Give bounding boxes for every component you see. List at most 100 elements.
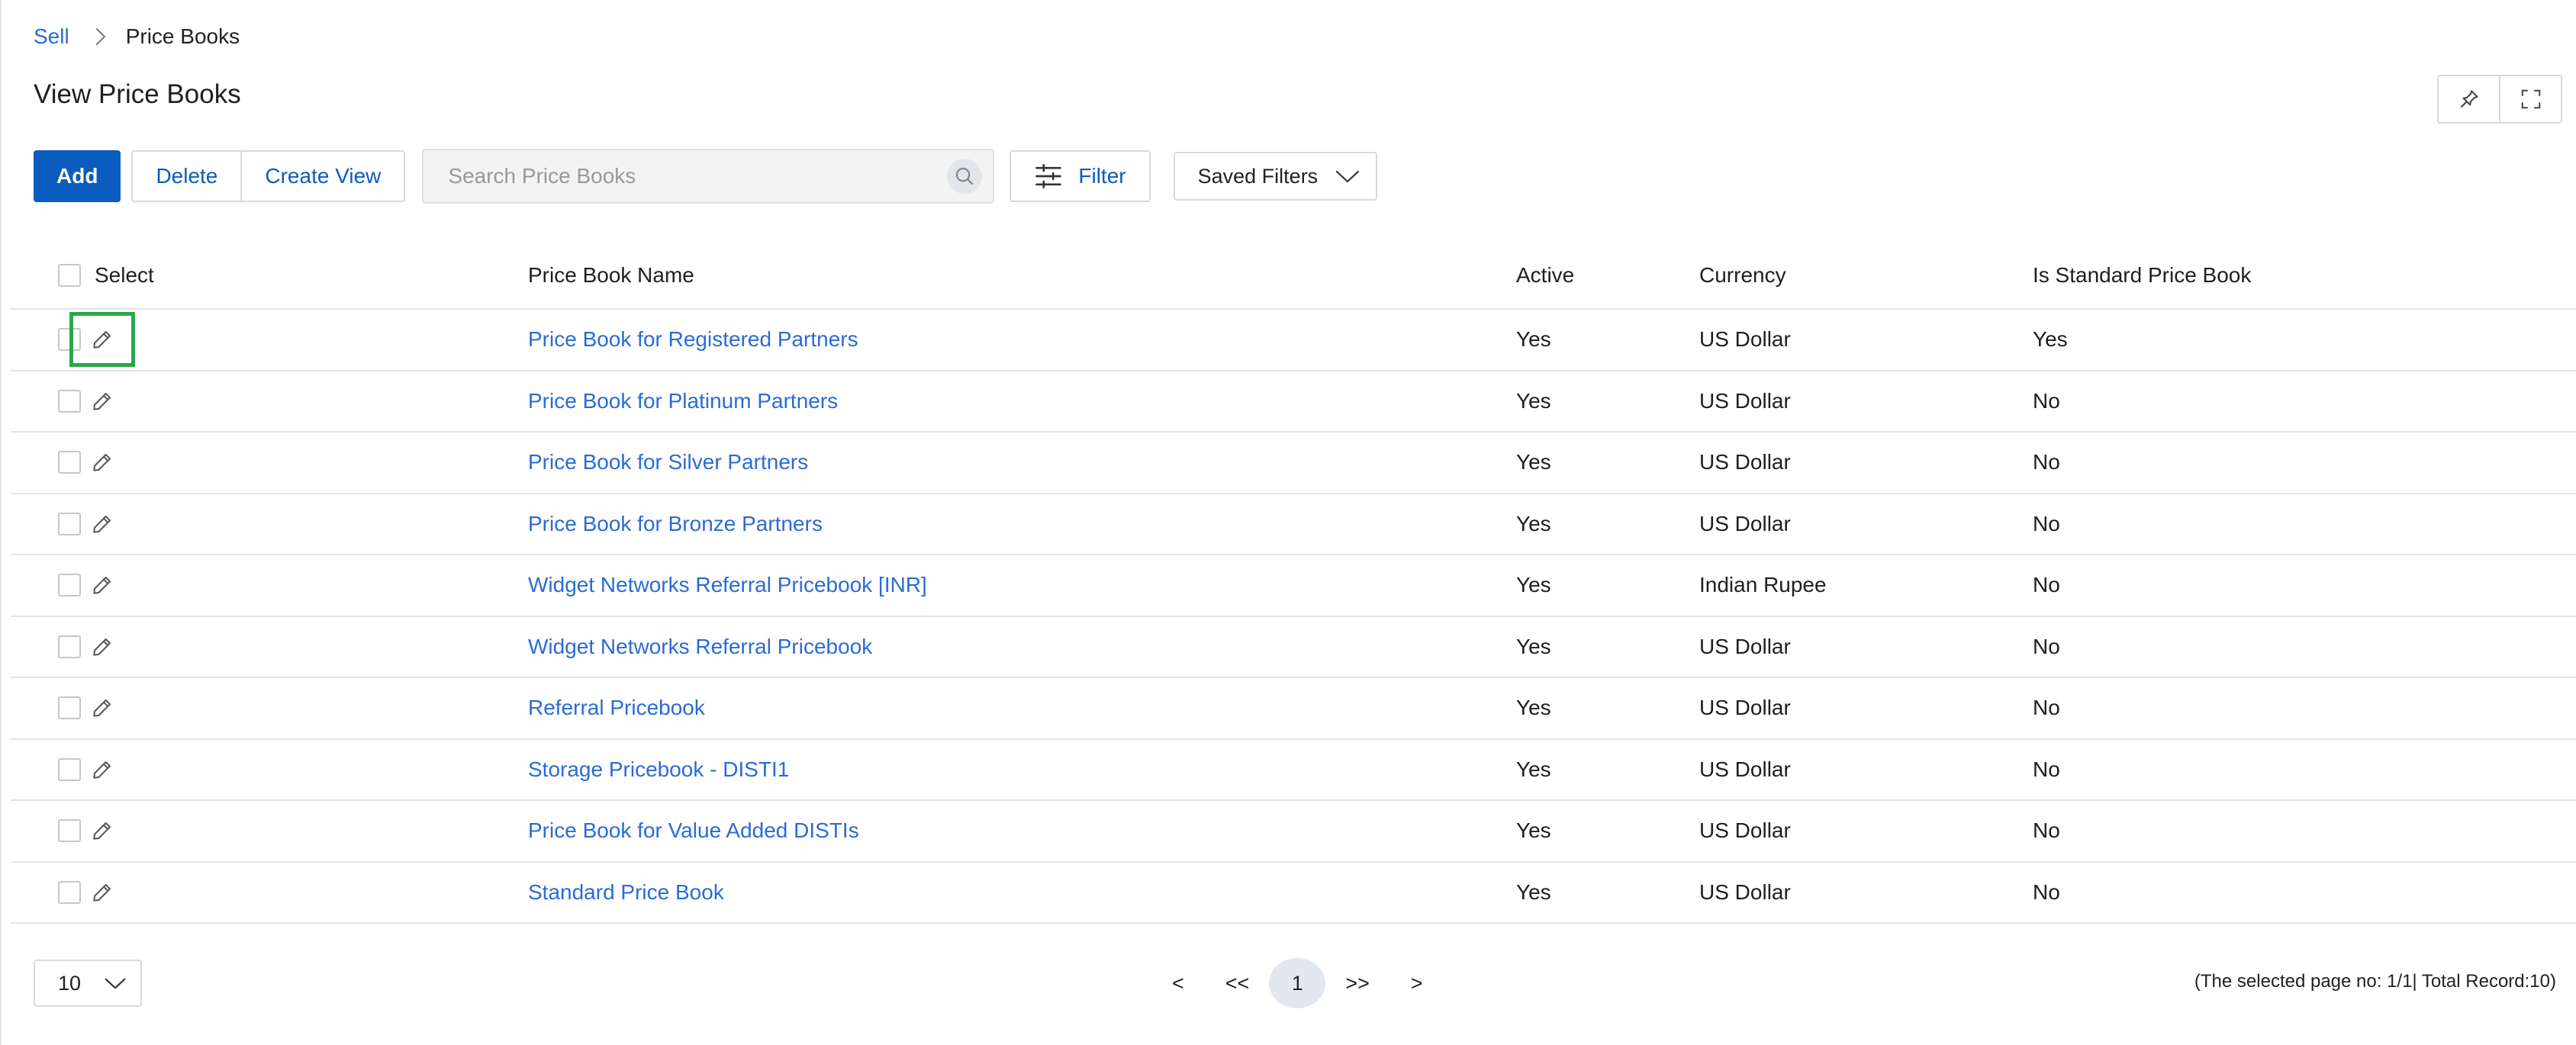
table-row: Price Book for Value Added DISTIs Yes US D… [11,801,2576,863]
price-book-name-link[interactable]: Referral Pricebook [528,696,705,720]
is-standard-cell: No [2033,696,2060,720]
delete-button[interactable]: Delete [133,152,240,201]
currency-cell: US Dollar [1699,450,1791,474]
create-view-button[interactable]: Create View [240,152,404,201]
select-all-checkbox[interactable] [58,264,81,287]
pencil-icon [93,699,111,717]
is-standard-cell: No [2033,818,2060,843]
filter-label: Filter [1078,164,1126,188]
is-standard-cell: No [2033,757,2060,781]
pencil-icon [93,883,111,902]
edit-button[interactable] [69,312,135,368]
is-standard-cell: No [2033,573,2060,597]
currency-cell: US Dollar [1699,327,1791,352]
active-cell: Yes [1516,327,1551,352]
table-row: Widget Networks Referral Pricebook [INR]… [11,555,2576,617]
header-price-book-name[interactable]: Price Book Name [528,243,694,308]
is-standard-cell: No [2033,388,2060,413]
price-book-name-link[interactable]: Price Book for Value Added DISTIs [528,818,859,843]
table-header: Select Price Book Name Active Currency I… [11,243,2576,310]
breadcrumb-current: Price Books [125,24,240,48]
edit-button[interactable] [69,865,135,920]
currency-cell: US Dollar [1699,696,1791,720]
search-input[interactable] [446,163,948,189]
edit-button[interactable] [69,435,135,490]
is-standard-cell: Yes [2033,327,2068,352]
currency-cell: US Dollar [1699,818,1791,843]
active-cell: Yes [1516,879,1551,904]
pencil-icon [93,577,111,594]
price-book-name-link[interactable]: Widget Networks Referral Pricebook [INR] [528,573,927,597]
active-cell: Yes [1516,511,1551,535]
filter-sliders-icon [1035,164,1062,188]
price-book-name-link[interactable]: Storage Pricebook - DISTI1 [528,757,789,782]
saved-filters-label: Saved Filters [1197,164,1319,188]
is-standard-cell: No [2033,634,2060,658]
page: Sell Price Books View Price Books Add De… [0,0,2576,1045]
pin-button[interactable] [2439,76,2499,122]
chevron-down-icon [105,978,126,989]
first-page-button[interactable]: << [1222,972,1253,995]
table-row: Storage Pricebook - DISTI1 Yes US Dollar No [11,740,2576,801]
edit-button[interactable] [69,680,135,735]
action-button-group: Delete Create View [131,150,406,202]
price-book-name-link[interactable]: Price Book for Registered Partners [528,327,858,352]
is-standard-cell: No [2033,511,2060,535]
currency-cell: US Dollar [1699,511,1791,535]
price-book-name-link[interactable]: Price Book for Silver Partners [528,450,808,474]
price-book-name-link[interactable]: Standard Price Book [528,880,724,905]
table-row: Price Book for Bronze Partners Yes US Doll… [11,494,2576,555]
table-row: Standard Price Book Yes US Dollar No [11,863,2576,924]
header-is-standard[interactable]: Is Standard Price Book [2033,243,2251,308]
saved-filters-dropdown[interactable]: Saved Filters [1173,152,1378,201]
currency-cell: US Dollar [1699,388,1791,413]
last-page-button[interactable]: >> [1342,972,1373,995]
fullscreen-icon [2521,89,2540,109]
next-page-button[interactable]: > [1408,972,1426,995]
table-row: Widget Networks Referral Pricebook Yes US … [11,617,2576,678]
pagination: < << 1 >> > [1169,958,1426,1008]
edit-button[interactable] [69,742,135,797]
page-title: View Price Books [34,79,241,109]
price-book-name-link[interactable]: Widget Networks Referral Pricebook [528,635,872,659]
filter-button[interactable]: Filter [1009,150,1151,202]
edit-button[interactable] [69,619,135,674]
currency-cell: US Dollar [1699,757,1791,781]
page-size-value: 10 [58,971,82,995]
view-tools [2437,75,2562,124]
fullscreen-button[interactable] [2499,76,2561,122]
current-page-button[interactable]: 1 [1269,958,1326,1008]
search-button[interactable] [947,159,983,194]
breadcrumb: Sell Price Books [34,21,240,52]
pencil-icon [93,392,111,410]
price-book-name-link[interactable]: Price Book for Platinum Partners [528,389,838,413]
active-cell: Yes [1516,388,1551,413]
edit-button[interactable] [69,374,135,429]
active-cell: Yes [1516,634,1551,658]
breadcrumb-sell-link[interactable]: Sell [34,24,69,49]
active-cell: Yes [1516,757,1551,781]
search-icon [956,167,974,185]
page-size-select[interactable]: 10 [34,960,142,1007]
pencil-icon [93,331,111,349]
edit-button[interactable] [69,558,135,613]
pencil-icon [93,638,111,656]
pencil-icon [93,760,111,779]
edit-button[interactable] [69,803,135,858]
table-body: Price Book for Registered Partners Yes US … [11,310,2576,924]
is-standard-cell: No [2033,879,2060,904]
header-currency[interactable]: Currency [1699,243,1786,308]
search-box [422,149,995,204]
chevron-right-icon [88,27,106,46]
active-cell: Yes [1516,818,1551,843]
record-info: (The selected page no: 1/1| Total Record… [2194,971,2556,992]
currency-cell: US Dollar [1699,879,1791,904]
header-active[interactable]: Active [1516,243,1574,308]
add-button[interactable]: Add [34,150,121,202]
pencil-icon [93,515,111,533]
is-standard-cell: No [2033,450,2060,474]
edit-button[interactable] [69,497,135,551]
prev-page-button[interactable]: < [1169,972,1187,995]
pencil-icon [93,822,111,840]
price-book-name-link[interactable]: Price Book for Bronze Partners [528,512,823,536]
